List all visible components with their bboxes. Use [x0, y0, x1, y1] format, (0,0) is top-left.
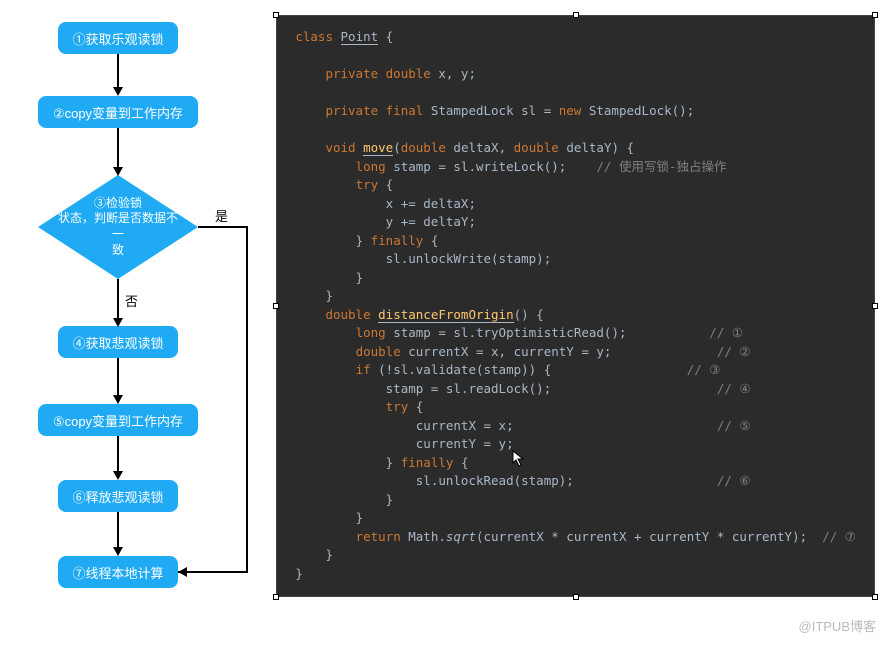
- node-7-compute: ⑦线程本地计算: [58, 556, 178, 588]
- node-4-pessimistic-lock: ④获取悲观读锁: [58, 326, 178, 358]
- node-3-validate-diamond: ③检验锁 状态，判断是否数据不一 致: [38, 175, 198, 279]
- label-no: 否: [125, 291, 138, 310]
- cursor-icon: [512, 450, 526, 468]
- code-panel: class Point { private double x, y; priva…: [276, 15, 875, 597]
- code-block: class Point { private double x, y; priva…: [295, 28, 856, 583]
- node-6-release-lock: ⑥释放悲观读锁: [58, 480, 178, 512]
- node-1-optimistic-read: ①获取乐观读锁: [58, 22, 178, 54]
- watermark: @ITPUB博客: [799, 616, 876, 635]
- flowchart-panel: ①获取乐观读锁 ②copy变量到工作内存 ③检验锁 状态，判断是否数据不一 致 …: [0, 0, 271, 647]
- node-2-copy-vars: ②copy变量到工作内存: [38, 96, 198, 128]
- node-5-copy-vars: ⑤copy变量到工作内存: [38, 404, 198, 436]
- label-yes: 是: [215, 206, 228, 225]
- node-3-text: ③检验锁 状态，判断是否数据不一 致: [38, 175, 198, 279]
